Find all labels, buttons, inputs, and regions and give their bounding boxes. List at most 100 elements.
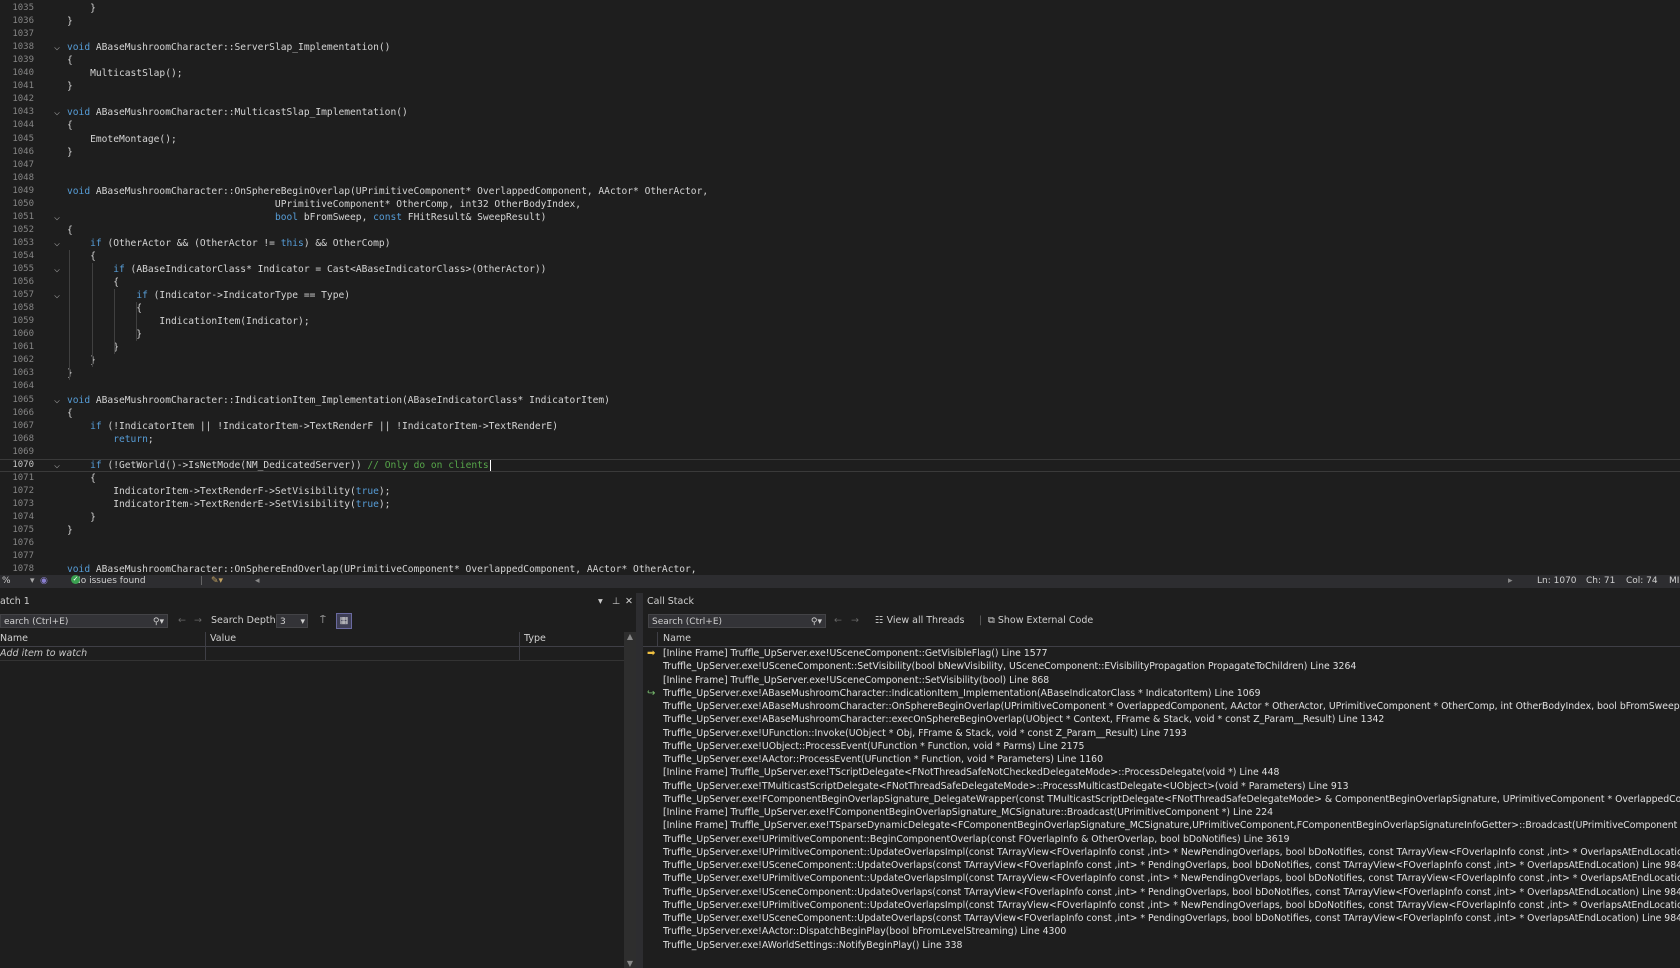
copilot-icon[interactable]: ◉ (40, 575, 48, 588)
call-stack-frame[interactable]: Truffle_UpServer.exe!UPrimitiveComponent… (663, 899, 1680, 913)
search-icon[interactable]: ⚲▾ (811, 615, 822, 629)
search-depth-select[interactable]: 3 ▾ (276, 614, 308, 628)
code-line[interactable]: 1047 (0, 159, 1680, 172)
call-stack-frame[interactable]: [Inline Frame] Truffle_UpServer.exe!USce… (663, 647, 1048, 661)
code-line[interactable]: 1060 } (0, 328, 1680, 341)
fold-toggle-icon[interactable]: ⌵ (52, 289, 62, 302)
code-line[interactable]: 1056 { (0, 276, 1680, 289)
code-line[interactable]: 1035 } (0, 2, 1680, 15)
fold-toggle-icon[interactable]: ⌵ (52, 237, 62, 250)
call-stack-frame[interactable]: Truffle_UpServer.exe!USceneComponent::Se… (663, 660, 1356, 674)
search-forward-icon[interactable]: → (851, 611, 859, 631)
code-editor[interactable]: 1035 } 1036} 1037 1038 ⌵ void ABaseMushroomCh… (0, 0, 1680, 575)
watch-scrollbar[interactable]: ▲ ▼ (624, 632, 636, 968)
code-line[interactable]: 1046} (0, 146, 1680, 159)
scroll-up-icon[interactable]: ▲ (624, 632, 636, 641)
code-line[interactable]: 1040 MulticastSlap(); (0, 67, 1680, 80)
code-line[interactable]: 1052 { (0, 224, 1680, 237)
column-header-name[interactable]: Name (663, 632, 691, 646)
call-stack-frame[interactable]: Truffle_UpServer.exe!AActor::DispatchBeg… (663, 925, 1066, 939)
scroll-right-icon[interactable]: ▸ (1508, 575, 1513, 588)
call-stack-frame[interactable]: [Inline Frame] Truffle_UpServer.exe!TScr… (663, 766, 1279, 780)
code-line[interactable]: 1057 ⌵ if (Indicator->IndicatorType == Ty… (0, 289, 1680, 302)
code-line[interactable]: 1037 (0, 28, 1680, 41)
fold-toggle-icon[interactable]: ⌵ (52, 460, 62, 471)
code-line[interactable]: 1055 ⌵ if (ABaseIndicatorClass* Indicator… (0, 263, 1680, 276)
code-line[interactable]: 1041} (0, 80, 1680, 93)
code-line[interactable]: 1073 IndicatorItem->TextRenderE->SetVisi… (0, 498, 1680, 511)
call-stack-frame[interactable]: Truffle_UpServer.exe!AWorldSettings::Not… (663, 939, 962, 953)
code-line[interactable]: 1043 ⌵ void ABaseMushroomCharacter::Multic… (0, 106, 1680, 119)
code-line[interactable]: 1058 { (0, 302, 1680, 315)
code-line[interactable]: 1045 EmoteMontage(); (0, 133, 1680, 146)
call-stack-frame[interactable]: [Inline Frame] Truffle_UpServer.exe!FCom… (663, 806, 1273, 820)
code-line[interactable]: 1076 (0, 537, 1680, 550)
call-stack-frame[interactable]: Truffle_UpServer.exe!ABaseMushroomCharac… (663, 713, 1384, 727)
code-line[interactable]: 1074 } (0, 511, 1680, 524)
add-item-placeholder[interactable]: Add item to watch (0, 648, 87, 659)
call-stack-frame[interactable]: Truffle_UpServer.exe!USceneComponent::Up… (663, 859, 1680, 873)
call-stack-frame[interactable]: Truffle_UpServer.exe!ABaseMushroomCharac… (663, 700, 1680, 714)
code-line[interactable]: 1044 { (0, 119, 1680, 132)
code-line[interactable]: 1067 if (!IndicatorItem || !IndicatorIte… (0, 420, 1680, 433)
call-stack-frame[interactable]: [Inline Frame] Truffle_UpServer.exe!USce… (663, 674, 1049, 688)
zoom-level[interactable]: % (2, 575, 11, 588)
search-forward-icon[interactable]: → (194, 611, 202, 631)
call-stack-frame[interactable]: Truffle_UpServer.exe!UPrimitiveComponent… (663, 872, 1680, 886)
column-header-type[interactable]: Type (524, 632, 546, 646)
dropdown-icon[interactable]: ▾ (598, 593, 603, 610)
code-line[interactable]: 1065 ⌵ void ABaseMushroomCharacter::Indica… (0, 394, 1680, 407)
fold-toggle-icon[interactable]: ⌵ (52, 263, 62, 276)
code-line[interactable]: 1075} (0, 524, 1680, 537)
code-line[interactable]: 1061 } (0, 341, 1680, 354)
pin-icon[interactable]: ⊥ (612, 593, 620, 610)
add-watch-row[interactable]: Add item to watch (0, 647, 624, 661)
column-header-value[interactable]: Value (210, 632, 236, 646)
scroll-left-icon[interactable]: ◂ (255, 575, 260, 588)
column-divider[interactable] (205, 632, 206, 646)
code-line[interactable]: 1048 (0, 172, 1680, 185)
issues-indicator[interactable]: ✓ No issues found (71, 575, 146, 588)
call-stack-frame[interactable]: Truffle_UpServer.exe!FComponentBeginOver… (663, 793, 1680, 807)
call-stack-frame[interactable]: Truffle_UpServer.exe!UPrimitiveComponent… (663, 833, 1290, 847)
code-line[interactable]: 1039 { (0, 54, 1680, 67)
code-line[interactable]: 1054 { (0, 250, 1680, 263)
call-stack-frame[interactable]: Truffle_UpServer.exe!USceneComponent::Up… (663, 912, 1680, 926)
fold-toggle-icon[interactable]: ⌵ (52, 41, 62, 54)
code-line[interactable]: 1038 ⌵ void ABaseMushroomCharacter::Server… (0, 41, 1680, 54)
show-external-code-button[interactable]: ⧉ Show External Code (988, 611, 1093, 631)
call-stack-frame[interactable]: Truffle_UpServer.exe!UFunction::Invoke(U… (663, 727, 1187, 741)
call-stack-frame[interactable]: [Inline Frame] Truffle_UpServer.exe!TSpa… (663, 819, 1680, 833)
code-line[interactable]: 1064 (0, 380, 1680, 393)
close-icon[interactable]: ✕ (625, 593, 633, 610)
code-line[interactable]: 1062 } (0, 354, 1680, 367)
column-divider[interactable] (519, 632, 520, 646)
view-all-threads-button[interactable]: ☷ View all Threads (875, 611, 964, 631)
watch-search-input[interactable]: earch (Ctrl+E) ⚲▾ (0, 614, 168, 628)
call-stack-search-input[interactable]: Search (Ctrl+E) ⚲▾ (648, 614, 826, 628)
hex-display-icon[interactable]: ▦ (336, 613, 352, 629)
code-line[interactable]: 1049 void ABaseMushroomCharacter::OnSpher… (0, 185, 1680, 198)
code-line[interactable]: 1059 IndicationItem(Indicator); (0, 315, 1680, 328)
fold-toggle-icon[interactable]: ⌵ (52, 394, 62, 407)
call-stack-frame[interactable]: Truffle_UpServer.exe!USceneComponent::Up… (663, 886, 1680, 900)
scroll-down-icon[interactable]: ▼ (624, 959, 636, 968)
code-line[interactable]: 1071 { (0, 472, 1680, 485)
search-icon[interactable]: ⚲▾ (153, 615, 164, 629)
brush-icon[interactable]: ✎▾ (211, 575, 223, 588)
code-line[interactable]: 1068 return; (0, 433, 1680, 446)
call-stack-frame[interactable]: Truffle_UpServer.exe!ABaseMushroomCharac… (663, 687, 1261, 701)
fold-toggle-icon[interactable]: ⌵ (52, 211, 62, 224)
code-line[interactable]: 1036} (0, 15, 1680, 28)
code-line[interactable]: 1069 (0, 446, 1680, 459)
code-line[interactable]: 1042 (0, 93, 1680, 106)
call-stack-frame[interactable]: Truffle_UpServer.exe!UObject::ProcessEve… (663, 740, 1084, 754)
code-line[interactable]: 1053 ⌵ if (OtherActor && (OtherActor != t… (0, 237, 1680, 250)
code-line[interactable]: 1051 ⌵ bool bFromSweep, const FHitResult&… (0, 211, 1680, 224)
code-line[interactable]: 1063} (0, 367, 1680, 380)
fold-toggle-icon[interactable]: ⌵ (52, 106, 62, 119)
code-line[interactable]: 1066 { (0, 407, 1680, 420)
code-line[interactable]: 1077 (0, 550, 1680, 563)
pin-expression-icon[interactable]: ⍑ (320, 611, 326, 631)
search-back-icon[interactable]: ← (178, 611, 186, 631)
